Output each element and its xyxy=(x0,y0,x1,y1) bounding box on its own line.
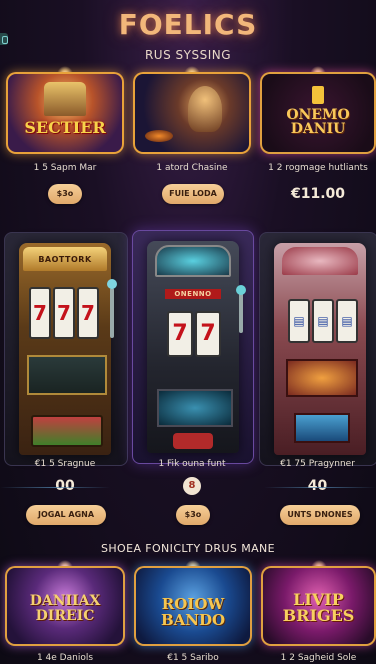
game-bet-button[interactable]: $3o xyxy=(48,184,82,204)
slot-panel-3[interactable]: ▤ ▤ ▤ xyxy=(259,232,376,466)
machine-caption: €1 75 Pragynner xyxy=(280,459,355,469)
reel-1: 7 xyxy=(29,287,51,339)
slot-panel-2[interactable]: ONENNO 7 7 xyxy=(132,230,254,464)
slot-machine[interactable]: BAOTTORK 7 7 7 xyxy=(19,243,111,455)
lever-knob[interactable] xyxy=(107,279,117,289)
lever-knob[interactable] xyxy=(236,285,246,295)
game-logo-text: LIVIP BRIGES xyxy=(282,590,355,625)
game-price: €11.00 xyxy=(290,186,346,202)
reel-3: 7 xyxy=(77,287,99,339)
game-card-4[interactable]: DANIIAX DIREIC xyxy=(5,560,125,648)
game-thumbnail[interactable]: SECTIER xyxy=(6,72,124,154)
machine-sign: ONENNO xyxy=(174,290,212,298)
game-card-5[interactable]: ROIOW BANDO xyxy=(134,560,252,648)
slot-lever[interactable] xyxy=(239,293,243,333)
divider-right xyxy=(264,487,376,488)
center-round-button[interactable]: 8 xyxy=(183,477,201,495)
reel-2: ▤ xyxy=(312,299,334,343)
page-title: FOELICS xyxy=(118,8,258,41)
slot-machine[interactable]: ONENNO 7 7 xyxy=(147,241,239,453)
game-caption: 1 2 Sagheid Sole xyxy=(280,653,357,663)
machine-caption: 1 Fik ouna funt xyxy=(158,459,226,469)
reel-1: ▤ xyxy=(288,299,310,343)
machine-play-button[interactable]: JOGAL AGNA xyxy=(26,505,106,525)
reel-2: 7 xyxy=(53,287,75,339)
game-logo-text: SECTIER xyxy=(24,118,106,137)
game-card-6[interactable]: LIVIP BRIGES xyxy=(261,560,376,648)
game-card-2[interactable] xyxy=(133,66,251,156)
reel-3: ▤ xyxy=(336,299,358,343)
reel-2: 7 xyxy=(195,311,221,357)
divider-left xyxy=(0,487,110,488)
machine-value: 40 xyxy=(307,478,328,494)
game-caption: 1 atord Chasine xyxy=(156,163,228,173)
game-caption: 1 4e Daniols xyxy=(36,653,94,663)
machine-caption: €1 5 Sragnue xyxy=(34,459,96,469)
game-load-button[interactable]: FUIE LODA xyxy=(162,184,224,204)
game-logo-text: ONEMO DANIU xyxy=(286,107,350,137)
reel-1: 7 xyxy=(167,311,193,357)
game-logo-text: ROIOW BANDO xyxy=(160,595,226,629)
machine-sign: BAOTTORK xyxy=(38,255,92,264)
slot-machine[interactable]: ▤ ▤ ▤ xyxy=(274,243,366,455)
game-thumbnail[interactable]: ONEMO DANIU xyxy=(260,72,376,154)
game-card-1[interactable]: SECTIER xyxy=(6,66,124,156)
game-caption: 1 5 Sapm Mar xyxy=(33,163,97,173)
machine-bet-button[interactable]: $3o xyxy=(176,505,210,525)
app-header: FOELICS RUS SYSSING xyxy=(0,0,376,70)
game-card-3[interactable]: ONEMO DANIU xyxy=(260,66,376,156)
game-thumbnail[interactable]: ROIOW BANDO xyxy=(134,566,252,646)
game-caption: €1 5 Saribo xyxy=(167,653,219,663)
machine-value: 00 xyxy=(55,478,75,494)
game-caption: 1 2 rogmage hutliants xyxy=(268,163,368,173)
slot-panel-1[interactable]: BAOTTORK 7 7 7 xyxy=(4,232,128,466)
page-subtitle: RUS SYSSING xyxy=(144,48,232,62)
section-title: SHOEA FONICLTY DRUS MANE xyxy=(100,542,275,555)
game-logo-text: DANIIAX DIREIC xyxy=(29,593,101,624)
machine-play-button[interactable]: UNTS DNONES xyxy=(280,505,360,525)
game-thumbnail[interactable]: LIVIP BRIGES xyxy=(261,566,376,646)
game-thumbnail[interactable]: DANIIAX DIREIC xyxy=(5,566,125,646)
game-thumbnail[interactable] xyxy=(133,72,251,154)
slot-lever[interactable] xyxy=(110,288,114,338)
